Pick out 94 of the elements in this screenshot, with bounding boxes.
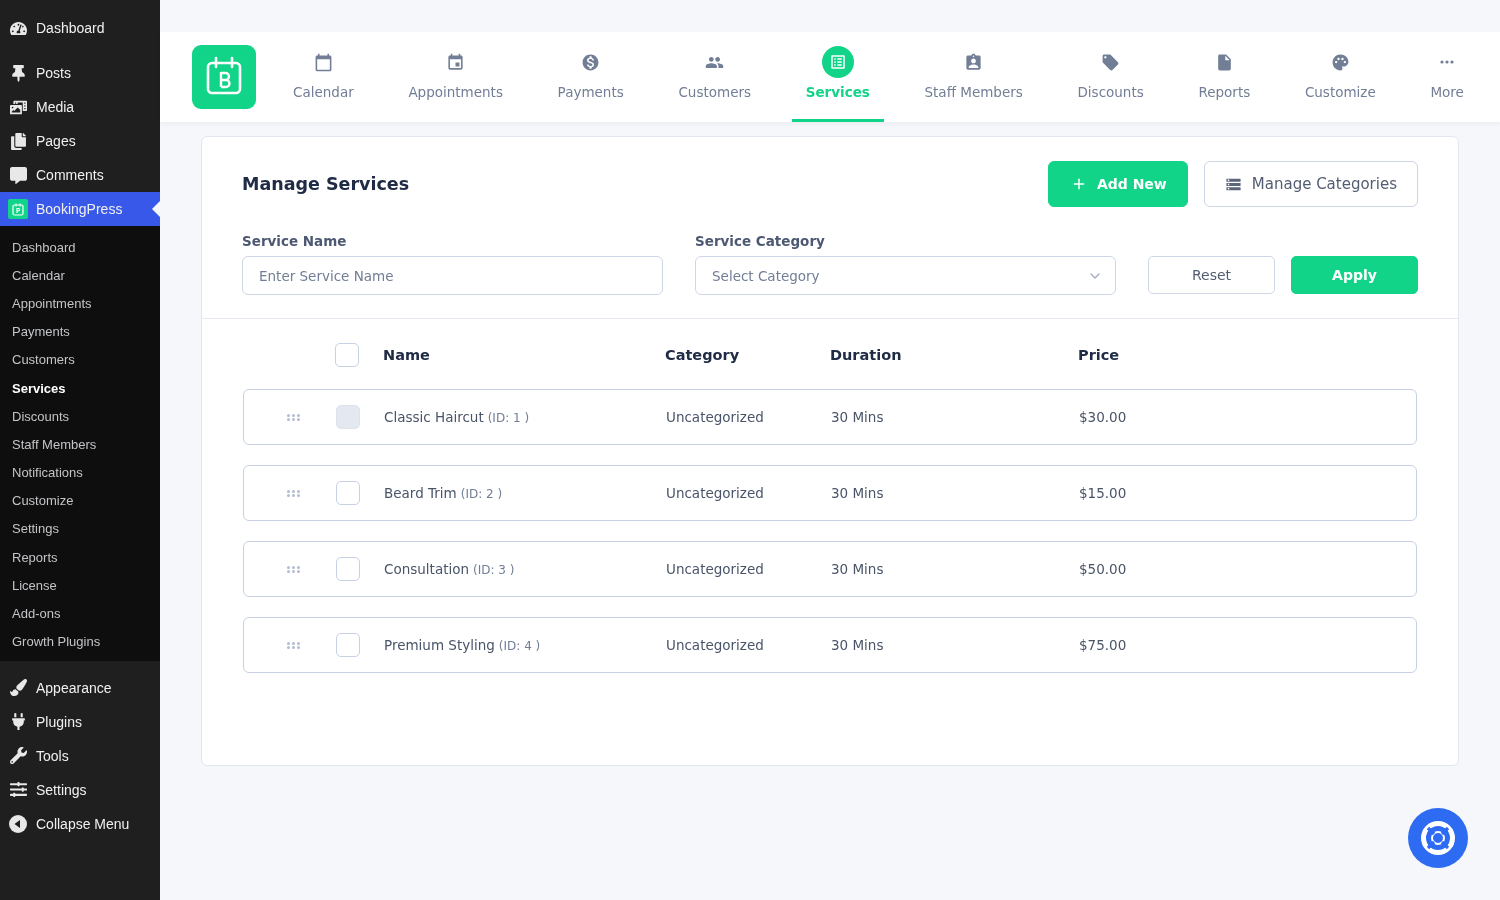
media-icon [9, 98, 27, 116]
category-text: Uncategorized [666, 409, 765, 425]
manage-categories-button[interactable]: Manage Categories [1203, 161, 1418, 207]
submenu-item[interactable]: Reports [0, 543, 160, 572]
menu-item[interactable]: Plugins [0, 704, 160, 739]
duration-text: 30 Mins [831, 637, 885, 653]
column-header: Category [665, 347, 741, 363]
nav-tab[interactable]: Appointments [394, 32, 517, 122]
submenu-item[interactable]: Add-ons [0, 599, 160, 628]
category-select[interactable]: Select Category [695, 256, 1116, 295]
service-name: Classic Haircut [384, 409, 484, 425]
submenu-item[interactable]: Growth Plugins [0, 627, 160, 656]
field-label: Service Category [695, 233, 826, 249]
price-text: $15.00 [1079, 485, 1128, 501]
nav-tab[interactable]: More [1416, 32, 1478, 122]
palette-icon [1330, 52, 1350, 72]
menu-item[interactable]: BookingPress [0, 192, 160, 226]
submenu-item[interactable]: Calendar [0, 261, 160, 290]
row-checkbox[interactable] [336, 633, 360, 657]
menu-item[interactable]: Pages [0, 124, 160, 158]
category-text: Uncategorized [666, 485, 765, 501]
field-label: Service Name [242, 233, 348, 249]
service-id: (ID: 1 ) [487, 411, 530, 425]
nav-tab[interactable]: Customize [1290, 32, 1390, 122]
menu-item[interactable]: Dashboard [0, 11, 160, 45]
select-all-checkbox[interactable] [335, 343, 359, 367]
service-name: Consultation [384, 561, 469, 577]
submenu-item[interactable]: Payments [0, 317, 160, 346]
nav-tab[interactable]: Calendar [279, 32, 368, 122]
column-header: Price [1078, 347, 1121, 363]
submenu-item[interactable]: Customers [0, 345, 160, 374]
nav-tab[interactable]: Customers [664, 32, 765, 122]
submenu-item[interactable]: License [0, 571, 160, 600]
duration-text: 30 Mins [831, 409, 885, 425]
submenu-item[interactable]: Appointments [0, 289, 160, 318]
service-name-input[interactable]: Enter Service Name [242, 256, 663, 295]
more-dots-icon [1440, 60, 1455, 64]
duration-text: 30 Mins [831, 485, 885, 501]
drag-handle-icon[interactable] [287, 413, 300, 421]
submenu-item[interactable]: Discounts [0, 402, 160, 431]
gauge-icon [9, 19, 27, 37]
submenu-item[interactable]: Notifications [0, 458, 160, 487]
tag-icon [1101, 52, 1121, 72]
row-checkbox[interactable] [336, 557, 360, 581]
dollar-coin-icon [581, 52, 601, 72]
booking-logo-icon [8, 199, 28, 219]
price-text: $30.00 [1079, 409, 1128, 425]
nav-tab[interactable]: Payments [543, 32, 638, 122]
service-id: (ID: 2 ) [460, 487, 503, 501]
list-icon [821, 46, 854, 78]
column-header: Name [383, 347, 431, 363]
drag-handle-icon[interactable] [287, 641, 300, 649]
wrench-icon [9, 747, 27, 765]
calendar-icon [313, 52, 333, 72]
lifebuoy-icon [1420, 820, 1456, 856]
drag-handle-icon[interactable] [287, 565, 300, 573]
reset-button[interactable]: Reset [1148, 256, 1275, 294]
nav-tab[interactable]: Discounts [1063, 32, 1158, 122]
category-text: Uncategorized [666, 637, 765, 653]
column-header: Duration [830, 347, 903, 363]
submenu-item[interactable]: Dashboard [0, 233, 160, 262]
page-title: Manage Services [242, 174, 410, 194]
service-name: Premium Styling [384, 637, 495, 653]
service-id: (ID: 4 ) [498, 639, 541, 653]
service-name: Beard Trim [384, 485, 457, 501]
app-logo [192, 45, 256, 109]
menu-item[interactable]: Media [0, 90, 160, 124]
collapse-menu-button[interactable]: Collapse Menu [0, 806, 160, 841]
price-text: $50.00 [1079, 561, 1128, 577]
nav-tab[interactable]: Reports [1184, 32, 1265, 122]
speech-bubble-icon [9, 166, 27, 184]
menu-item[interactable]: Tools [0, 738, 160, 773]
menu-item[interactable]: Posts [0, 56, 160, 90]
service-id: (ID: 3 ) [473, 563, 515, 577]
submenu-item[interactable]: Settings [0, 514, 160, 544]
pin-icon [9, 64, 27, 82]
paintbrush-icon [9, 679, 27, 697]
drag-handle-icon[interactable] [287, 489, 300, 497]
submenu-item[interactable]: Staff Members [0, 430, 160, 459]
menu-item[interactable]: Comments [0, 158, 160, 192]
pages-icon [9, 132, 27, 150]
sliders-icon [9, 781, 27, 799]
nav-tab[interactable]: Staff Members [910, 32, 1037, 122]
submenu-item[interactable]: Customize [0, 486, 160, 515]
duration-text: 30 Mins [831, 561, 885, 577]
submenu-item[interactable]: Services [0, 373, 160, 403]
menu-item[interactable]: Appearance [0, 670, 160, 705]
menu-item[interactable]: Settings [0, 772, 160, 807]
id-badge-icon [964, 52, 984, 72]
calendar-event-icon [446, 52, 466, 72]
category-text: Uncategorized [666, 561, 765, 577]
plug-icon [9, 713, 27, 731]
price-text: $75.00 [1079, 637, 1128, 653]
row-checkbox[interactable] [336, 481, 360, 505]
